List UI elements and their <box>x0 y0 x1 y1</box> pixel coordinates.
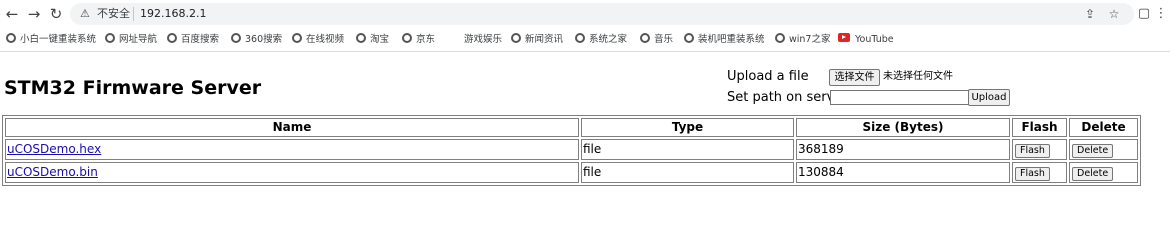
security-label[interactable]: 不安全 <box>97 6 130 22</box>
browser-toolbar: ← → ↻ ⚠ 不安全 192.168.2.1 ⇪ ☆ ▢ ⋮ <box>0 0 1170 29</box>
file-size-cell: 130884 <box>796 162 1010 183</box>
size-column-header: Size (Bytes) <box>796 118 1010 137</box>
globe-icon <box>640 33 650 43</box>
globe-icon <box>775 33 785 43</box>
address-divider <box>133 7 134 21</box>
globe-icon <box>356 33 366 43</box>
bookmark-label: 系统之家 <box>589 34 628 45</box>
file-link[interactable]: uCOSDemo.hex <box>7 142 101 156</box>
back-icon[interactable]: ← <box>2 4 22 24</box>
menu-icon[interactable]: ⋮ <box>1152 5 1170 23</box>
no-file-text: 未选择任何文件 <box>883 71 953 82</box>
bookmark-item[interactable]: 京东 <box>402 32 435 48</box>
warning-icon[interactable]: ⚠ <box>80 7 94 21</box>
bookmarks-bar: 小白一键重装系统 网址导航 百度搜索 360搜索 在线视频 淘宝 京东 游戏娱乐… <box>0 29 1170 51</box>
reload-icon[interactable]: ↻ <box>46 4 66 24</box>
globe-icon <box>511 33 521 43</box>
name-column-header: Name <box>5 118 579 137</box>
globe-icon <box>684 33 694 43</box>
bookmark-item[interactable]: 小白一键重装系统 <box>6 32 96 48</box>
url-text[interactable]: 192.168.2.1 <box>140 6 206 22</box>
file-name-cell: uCOSDemo.bin <box>5 162 579 183</box>
bookmark-label: 百度搜索 <box>181 34 220 45</box>
bookmark-item-youtube[interactable]: YouTube <box>838 32 894 48</box>
bookmark-label: 在线视频 <box>306 34 345 45</box>
bookmark-item[interactable]: 淘宝 <box>356 32 389 48</box>
table-header-row: Name Type Size (Bytes) Flash Delete <box>5 118 1138 137</box>
bookmark-label: 新闻资讯 <box>525 34 564 45</box>
globe-icon <box>292 33 302 43</box>
file-name-cell: uCOSDemo.hex <box>5 139 579 160</box>
address-bar[interactable]: ⚠ 不安全 192.168.2.1 ⇪ ☆ <box>70 3 1134 25</box>
bookmark-item[interactable]: 360搜索 <box>231 32 282 48</box>
bookmark-label: 淘宝 <box>370 34 390 45</box>
file-table: Name Type Size (Bytes) Flash Delete uCOS… <box>2 115 1141 186</box>
file-type-cell: file <box>581 162 794 183</box>
youtube-icon <box>838 33 850 42</box>
delete-cell: Delete <box>1069 162 1138 183</box>
bookmark-item[interactable]: 系统之家 <box>575 32 627 48</box>
globe-icon <box>575 33 585 43</box>
flash-cell: Flash <box>1012 139 1067 160</box>
globe-icon <box>6 33 16 43</box>
bookmark-label: 游戏娱乐 <box>464 34 503 45</box>
delete-column-header: Delete <box>1069 118 1138 137</box>
flash-cell: Flash <box>1012 162 1067 183</box>
page-title: STM32 Firmware Server <box>4 77 262 99</box>
bookmark-item[interactable]: 网址导航 <box>105 32 157 48</box>
chrome-divider <box>0 51 1170 52</box>
flash-button[interactable]: Flash <box>1015 143 1050 158</box>
flash-column-header: Flash <box>1012 118 1067 137</box>
bookmark-item[interactable]: 音乐 <box>640 32 673 48</box>
delete-button[interactable]: Delete <box>1072 143 1114 158</box>
delete-cell: Delete <box>1069 139 1138 160</box>
upload-label: Upload a file <box>727 69 809 84</box>
bookmark-star-icon[interactable]: ☆ <box>1106 6 1122 22</box>
file-link[interactable]: uCOSDemo.bin <box>7 165 98 179</box>
forward-icon[interactable]: → <box>24 4 44 24</box>
flash-button[interactable]: Flash <box>1015 166 1050 181</box>
bookmark-label: 网址导航 <box>119 34 158 45</box>
bookmark-label: 360搜索 <box>245 34 283 45</box>
globe-icon <box>402 33 412 43</box>
bookmark-label: win7之家 <box>789 34 831 45</box>
bookmark-item[interactable]: 游戏娱乐 <box>464 32 502 48</box>
type-column-header: Type <box>581 118 794 137</box>
path-input[interactable] <box>830 90 969 105</box>
share-icon[interactable]: ⇪ <box>1082 6 1098 22</box>
bookmark-item[interactable]: 百度搜索 <box>167 32 219 48</box>
bookmark-label: 装机吧重装系统 <box>698 34 765 45</box>
globe-icon <box>231 33 241 43</box>
bookmark-item[interactable]: 装机吧重装系统 <box>684 32 765 48</box>
globe-icon <box>167 33 177 43</box>
table-row: uCOSDemo.bin file 130884 Flash Delete <box>5 162 1138 183</box>
bookmark-label: YouTube <box>855 34 894 45</box>
upload-button[interactable]: Upload <box>968 89 1010 106</box>
bookmark-label: 京东 <box>416 34 436 45</box>
table-row: uCOSDemo.hex file 368189 Flash Delete <box>5 139 1138 160</box>
bookmark-label: 小白一键重装系统 <box>20 34 97 45</box>
choose-file-button[interactable]: 选择文件 <box>829 69 880 86</box>
bookmark-label: 音乐 <box>654 34 674 45</box>
file-type-cell: file <box>581 139 794 160</box>
globe-icon <box>105 33 115 43</box>
bookmark-item[interactable]: win7之家 <box>775 32 830 48</box>
delete-button[interactable]: Delete <box>1072 166 1114 181</box>
bookmark-item[interactable]: 新闻资讯 <box>511 32 563 48</box>
side-panel-icon[interactable]: ▢ <box>1135 5 1153 23</box>
bookmark-item[interactable]: 在线视频 <box>292 32 344 48</box>
file-size-cell: 368189 <box>796 139 1010 160</box>
